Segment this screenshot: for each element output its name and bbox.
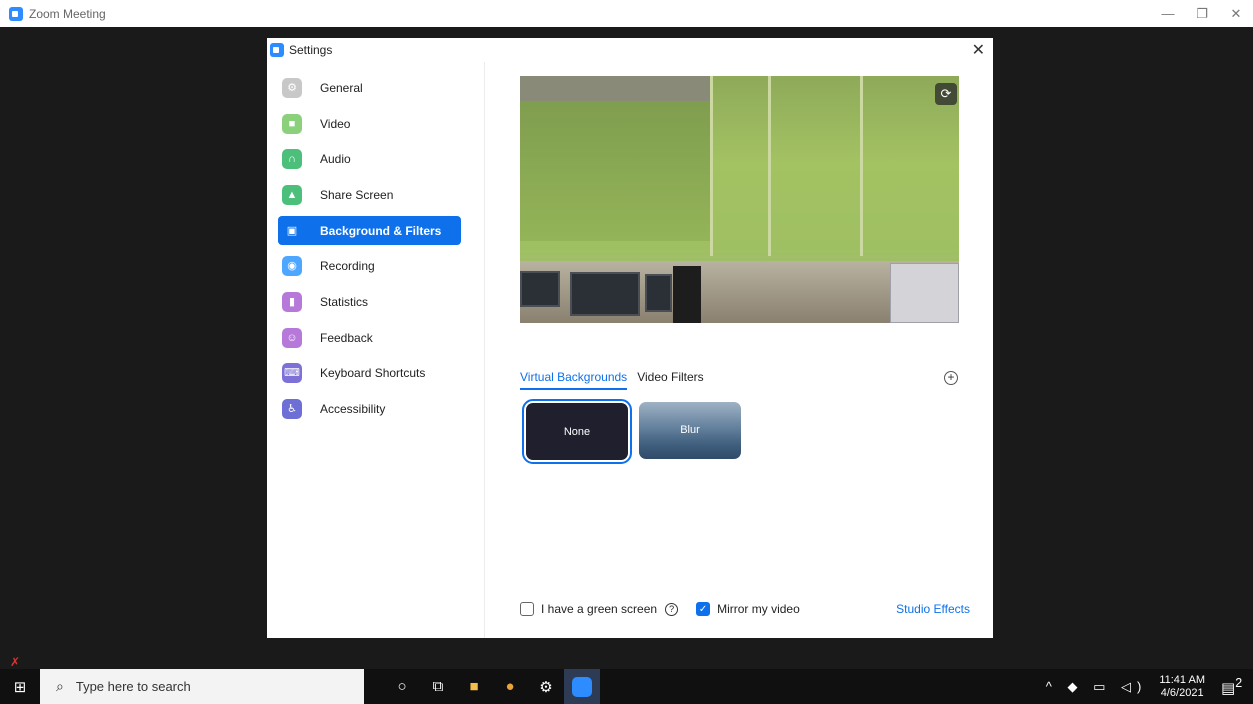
statistics-icon: ▮ xyxy=(282,291,302,312)
keyboard-icon: ⌨ xyxy=(282,362,302,383)
feedback-icon: ☺ xyxy=(282,327,302,348)
sidebar-item-accessibility[interactable]: ♿ Accessibility xyxy=(278,394,461,423)
zoom-app-icon xyxy=(572,676,592,697)
settings-titlebar: Settings ✕ xyxy=(267,38,993,62)
sidebar-item-recording[interactable]: ◉ Recording xyxy=(278,251,461,280)
help-icon[interactable]: ? xyxy=(665,602,679,616)
panel-footer: I have a green screen ? ✓ Mirror my vide… xyxy=(520,599,970,619)
settings-dialog: Settings ✕ ⚙ General ■ Video ∩ Audio ▲ S… xyxy=(267,38,993,638)
sidebar-item-general[interactable]: ⚙ General xyxy=(278,73,461,102)
preview-wall-shadow xyxy=(520,91,710,241)
tab-virtual-backgrounds[interactable]: Virtual Backgrounds xyxy=(520,370,628,390)
sidebar-item-label: Background & Filters xyxy=(320,223,442,238)
preview-monitor xyxy=(520,271,560,307)
sidebar-item-label: Recording xyxy=(320,258,375,273)
rotate-camera-icon[interactable]: ⟳ xyxy=(935,83,957,105)
background-option-label: None xyxy=(563,425,591,438)
background-option-none[interactable]: None xyxy=(522,399,632,464)
filter-tabs: Virtual Backgrounds Video Filters xyxy=(520,370,714,390)
windows-start-icon[interactable]: ⊞ xyxy=(0,669,40,704)
sidebar-item-audio[interactable]: ∩ Audio xyxy=(278,144,461,173)
settings-sidebar: ⚙ General ■ Video ∩ Audio ▲ Share Screen… xyxy=(267,62,485,638)
video-preview xyxy=(520,76,959,323)
preview-wall-seam xyxy=(860,76,863,256)
preview-printer xyxy=(890,263,959,323)
tray-icons[interactable]: ^ ◆ ▭ ◁) xyxy=(1046,679,1148,695)
sidebar-item-label: General xyxy=(320,80,363,95)
mirror-video-checkbox[interactable]: ✓ xyxy=(696,602,711,616)
search-icon: ⌕ xyxy=(56,678,64,694)
preview-monitor xyxy=(645,274,672,312)
gear-icon: ⚙ xyxy=(282,77,302,98)
window-controls: — ❐ ✕ xyxy=(1151,0,1253,27)
preview-ceiling xyxy=(520,76,710,101)
taskbar-search[interactable]: ⌕ Type here to search xyxy=(40,669,364,704)
sidebar-item-label: Audio xyxy=(320,151,351,166)
green-screen-label: I have a green screen xyxy=(541,602,658,616)
file-explorer-icon[interactable]: ■ xyxy=(456,669,492,704)
clock[interactable]: 11:41 AM 4/6/2021 xyxy=(1159,674,1205,700)
chrome-icon[interactable]: ● xyxy=(492,669,528,704)
preview-monitor xyxy=(570,272,640,316)
notification-count: 2 xyxy=(1235,676,1243,690)
sidebar-item-video[interactable]: ■ Video xyxy=(278,109,461,138)
system-tray: ^ ◆ ▭ ◁) 11:41 AM 4/6/2021 ▤2 xyxy=(1046,669,1253,704)
close-icon[interactable]: ✕ xyxy=(972,40,985,60)
maximize-button[interactable]: ❐ xyxy=(1185,0,1219,27)
add-background-icon[interactable]: + xyxy=(944,371,958,385)
notification-icon[interactable]: ▤2 xyxy=(1221,676,1245,697)
sidebar-item-label: Keyboard Shortcuts xyxy=(320,365,426,380)
headphones-icon: ∩ xyxy=(282,148,302,169)
window-title: Zoom Meeting xyxy=(29,6,106,21)
task-view-icon[interactable]: ⧉ xyxy=(420,669,456,704)
background-option-label: Blur xyxy=(680,424,700,436)
preview-wall-seam xyxy=(768,76,771,256)
background-option-blur[interactable]: Blur xyxy=(639,402,741,459)
sidebar-item-feedback[interactable]: ☺ Feedback xyxy=(278,323,461,352)
sidebar-item-statistics[interactable]: ▮ Statistics xyxy=(278,287,461,316)
settings-gear-icon[interactable]: ⚙ xyxy=(528,669,564,704)
preview-cpu-tower xyxy=(673,266,701,323)
zoom-app-icon xyxy=(9,6,23,21)
studio-effects-link[interactable]: Studio Effects xyxy=(896,602,970,616)
zoom-app-icon xyxy=(270,43,284,57)
taskbar: ⊞ ⌕ Type here to search ○ ⧉ ■ ● ⚙ ^ ◆ ▭ … xyxy=(0,669,1253,704)
video-camera-icon: ■ xyxy=(282,113,302,134)
sidebar-item-keyboard-shortcuts[interactable]: ⌨ Keyboard Shortcuts xyxy=(278,358,461,387)
settings-title: Settings xyxy=(289,43,333,57)
zoom-meeting-titlebar: Zoom Meeting — ❐ ✕ xyxy=(0,0,1253,27)
accessibility-icon: ♿ xyxy=(282,398,302,419)
background-filters-panel: ⟳ Virtual Backgrounds Video Filters + No… xyxy=(486,62,993,638)
background-icon: ▣ xyxy=(286,225,298,237)
mic-muted-icon: ✗ xyxy=(10,655,21,669)
clock-time: 11:41 AM xyxy=(1159,673,1205,686)
sidebar-item-share-screen[interactable]: ▲ Share Screen xyxy=(278,180,461,209)
green-screen-checkbox[interactable] xyxy=(520,602,534,616)
sidebar-item-label: Video xyxy=(320,116,351,131)
cortana-icon[interactable]: ○ xyxy=(384,669,420,704)
minimize-button[interactable]: — xyxy=(1151,0,1185,27)
tab-video-filters[interactable]: Video Filters xyxy=(637,370,703,390)
share-screen-icon: ▲ xyxy=(282,184,302,205)
mirror-video-label: Mirror my video xyxy=(717,602,800,616)
clock-date: 4/6/2021 xyxy=(1160,686,1204,699)
preview-wall-seam xyxy=(710,76,713,256)
sidebar-item-background-filters[interactable]: ▣ Background & Filters xyxy=(278,216,461,245)
sidebar-item-label: Accessibility xyxy=(320,401,386,416)
close-window-button[interactable]: ✕ xyxy=(1219,0,1253,27)
zoom-taskbar-icon[interactable] xyxy=(564,669,600,704)
sidebar-item-label: Share Screen xyxy=(320,187,394,202)
search-placeholder: Type here to search xyxy=(75,679,191,694)
sidebar-item-label: Statistics xyxy=(320,294,369,309)
record-icon: ◉ xyxy=(282,255,302,276)
sidebar-item-label: Feedback xyxy=(320,330,373,345)
